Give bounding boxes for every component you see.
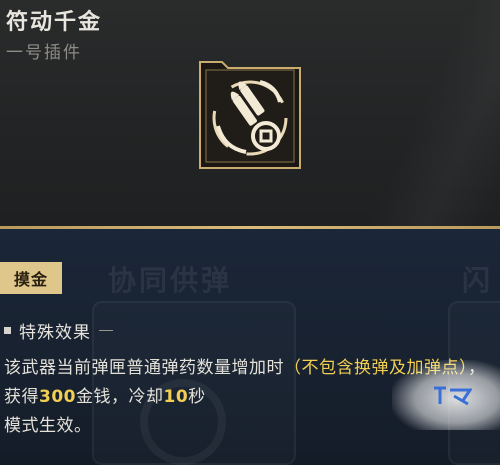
section-heading: 特殊效果 bbox=[4, 318, 500, 343]
desc-text: 金钱，冷却 bbox=[76, 387, 164, 407]
square-bullet-icon bbox=[4, 326, 11, 334]
cooldown-seconds: 10 bbox=[163, 387, 189, 407]
item-header-panel: 符动千金 一号插件 bbox=[0, 0, 500, 229]
light-streak bbox=[330, 0, 500, 229]
ghost-card-label: 协同供弹 bbox=[108, 264, 233, 297]
gold-amount: 300 bbox=[39, 387, 76, 407]
desc-text: 模式生效。 bbox=[4, 416, 92, 436]
desc-text: 该武器当前弹匣普通弹药数量增加时 bbox=[4, 358, 284, 378]
bullets-coin-icon bbox=[199, 61, 301, 169]
heading-rule bbox=[99, 329, 113, 331]
item-slot: 一号插件 bbox=[6, 43, 82, 63]
watermark-overlay bbox=[392, 360, 500, 430]
ghost-card-label: 闪 bbox=[462, 264, 494, 297]
section-heading-label: 特殊效果 bbox=[19, 322, 91, 343]
desc-text: 秒 bbox=[188, 387, 206, 407]
watermark-logo bbox=[434, 386, 472, 406]
category-tag: 摸金 bbox=[0, 262, 62, 294]
item-title: 符动千金 bbox=[6, 10, 103, 35]
